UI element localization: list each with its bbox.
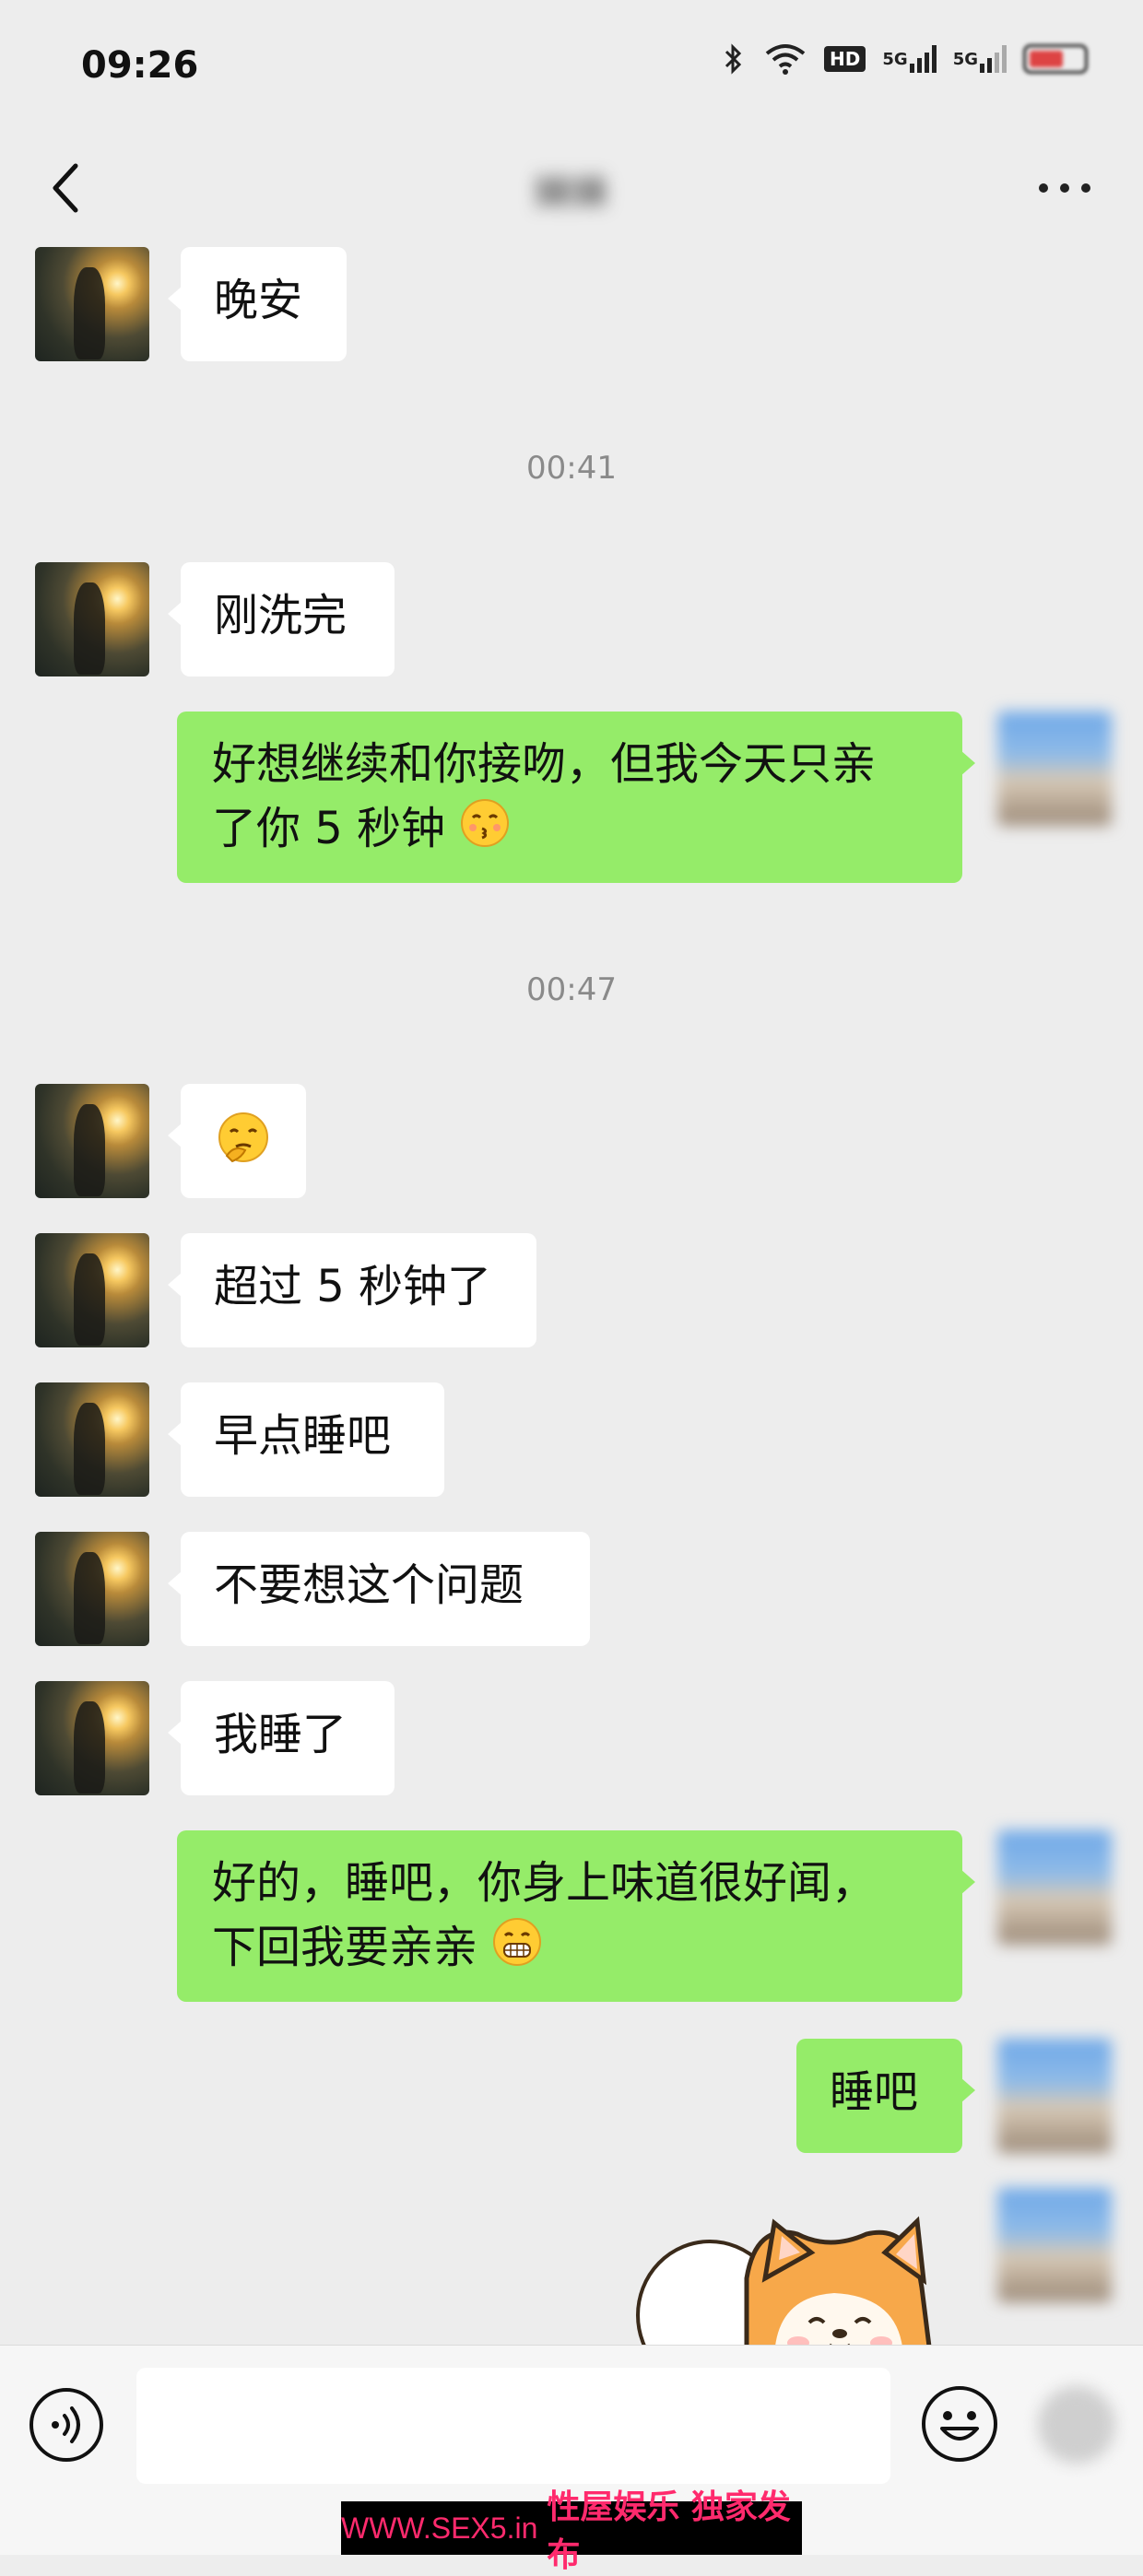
bluetooth-icon [721,42,747,76]
my-avatar[interactable] [997,2188,1112,2302]
battery-icon [1023,44,1088,74]
watermark-text: 性屋娱乐 独家发布 [547,2488,791,2574]
grinning-face-icon [491,1916,543,1985]
cellular-signal-icon: 5G [882,45,937,73]
chat-message-list[interactable]: 晚安 00:41 刚洗完 好想继续和你接吻，但我今天只亲 了你 5 秒钟 00:… [0,241,1143,2345]
status-bar: 09:26 HD 5G 5G [0,0,1143,129]
contact-avatar[interactable] [35,1084,149,1198]
message-bubble-sent[interactable]: 睡吧 [796,2039,975,2153]
contact-avatar[interactable] [35,1382,149,1497]
contact-avatar[interactable] [35,247,149,361]
hd-badge: HD [824,46,866,72]
message-timestamp: 00:47 [526,971,617,1008]
message-bubble-received[interactable]: 不要想这个问题 [168,1532,590,1646]
chat-header: 妹妹 [0,129,1143,247]
watermark-url: WWW.SEX5.in [341,2511,538,2545]
my-avatar[interactable] [997,2039,1112,2153]
message-bubble-received[interactable]: 超过 5 秒钟了 [168,1233,536,1347]
my-avatar[interactable] [997,712,1112,826]
contact-avatar[interactable] [35,1233,149,1347]
my-avatar[interactable] [997,1830,1112,1945]
message-bubble-sent[interactable]: 好想继续和你接吻，但我今天只亲 了你 5 秒钟 [177,712,975,883]
chat-title: 妹妹 [535,171,608,214]
watermark-banner: WWW.SEX5.in 性屋娱乐 独家发布 [341,2488,802,2574]
message-bubble-received[interactable]: 我睡了 [168,1681,395,1795]
contact-avatar[interactable] [35,1681,149,1795]
message-text-line: 下回我要亲亲 [212,1915,927,1985]
message-text-line: 了你 5 秒钟 [212,796,927,866]
kissing-face-icon [459,797,511,866]
message-input[interactable] [136,2368,890,2484]
contact-avatar[interactable] [35,1532,149,1646]
message-text-line: 好的，睡吧，你身上味道很好闻， [212,1857,877,1909]
emoji-picker-icon[interactable] [920,2384,999,2464]
cellular-signal-2-icon: 5G [953,45,1007,73]
status-time: 09:26 [81,44,199,87]
status-icons: HD 5G 5G [721,42,1088,76]
message-bubble-received[interactable]: 刚洗完 [168,562,395,676]
more-actions-plus-icon[interactable] [1038,2386,1115,2464]
back-arrow-icon[interactable] [41,146,96,229]
thinking-face-icon [214,1110,273,1185]
message-bubble-received[interactable]: 早点睡吧 [168,1382,444,1497]
message-bubble-received[interactable]: 晚安 [168,247,347,361]
message-text-line: 好想继续和你接吻，但我今天只亲 [212,738,877,790]
more-options-icon[interactable] [1032,166,1097,203]
message-bubble-sent[interactable]: 好的，睡吧，你身上味道很好闻， 下回我要亲亲 [177,1830,975,2002]
message-timestamp: 00:41 [526,450,617,487]
contact-avatar[interactable] [35,562,149,676]
wifi-icon [763,42,807,76]
voice-input-icon[interactable] [28,2386,105,2464]
shiba-dog-sticker[interactable] [636,2214,968,2345]
message-bubble-received[interactable] [168,1084,306,1198]
